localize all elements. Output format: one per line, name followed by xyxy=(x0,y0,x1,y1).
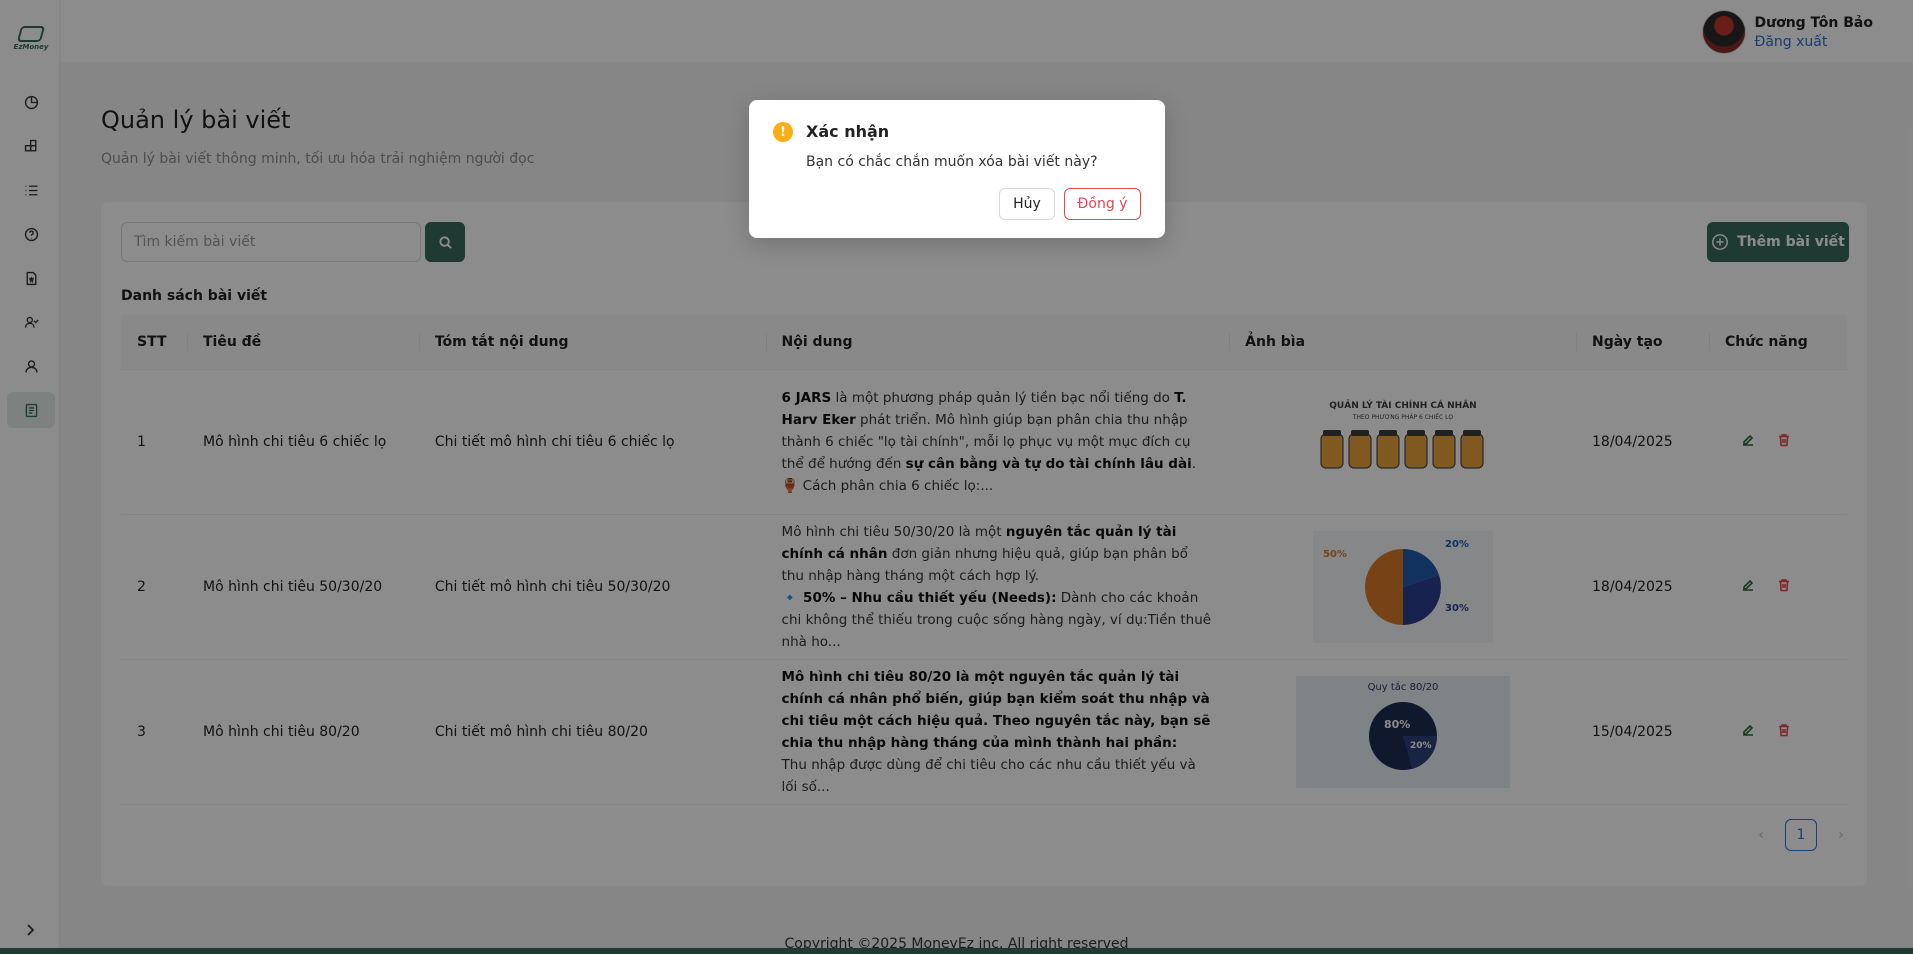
confirm-dialog: ! Xác nhận Bạn có chắc chắn muốn xóa bài… xyxy=(749,100,1165,238)
cancel-button[interactable]: Hủy xyxy=(999,188,1055,220)
confirm-button[interactable]: Đồng ý xyxy=(1064,188,1141,220)
dialog-message: Bạn có chắc chắn muốn xóa bài viết này? xyxy=(806,154,1098,170)
dialog-title: Xác nhận xyxy=(806,122,890,141)
warning-icon: ! xyxy=(773,122,793,142)
